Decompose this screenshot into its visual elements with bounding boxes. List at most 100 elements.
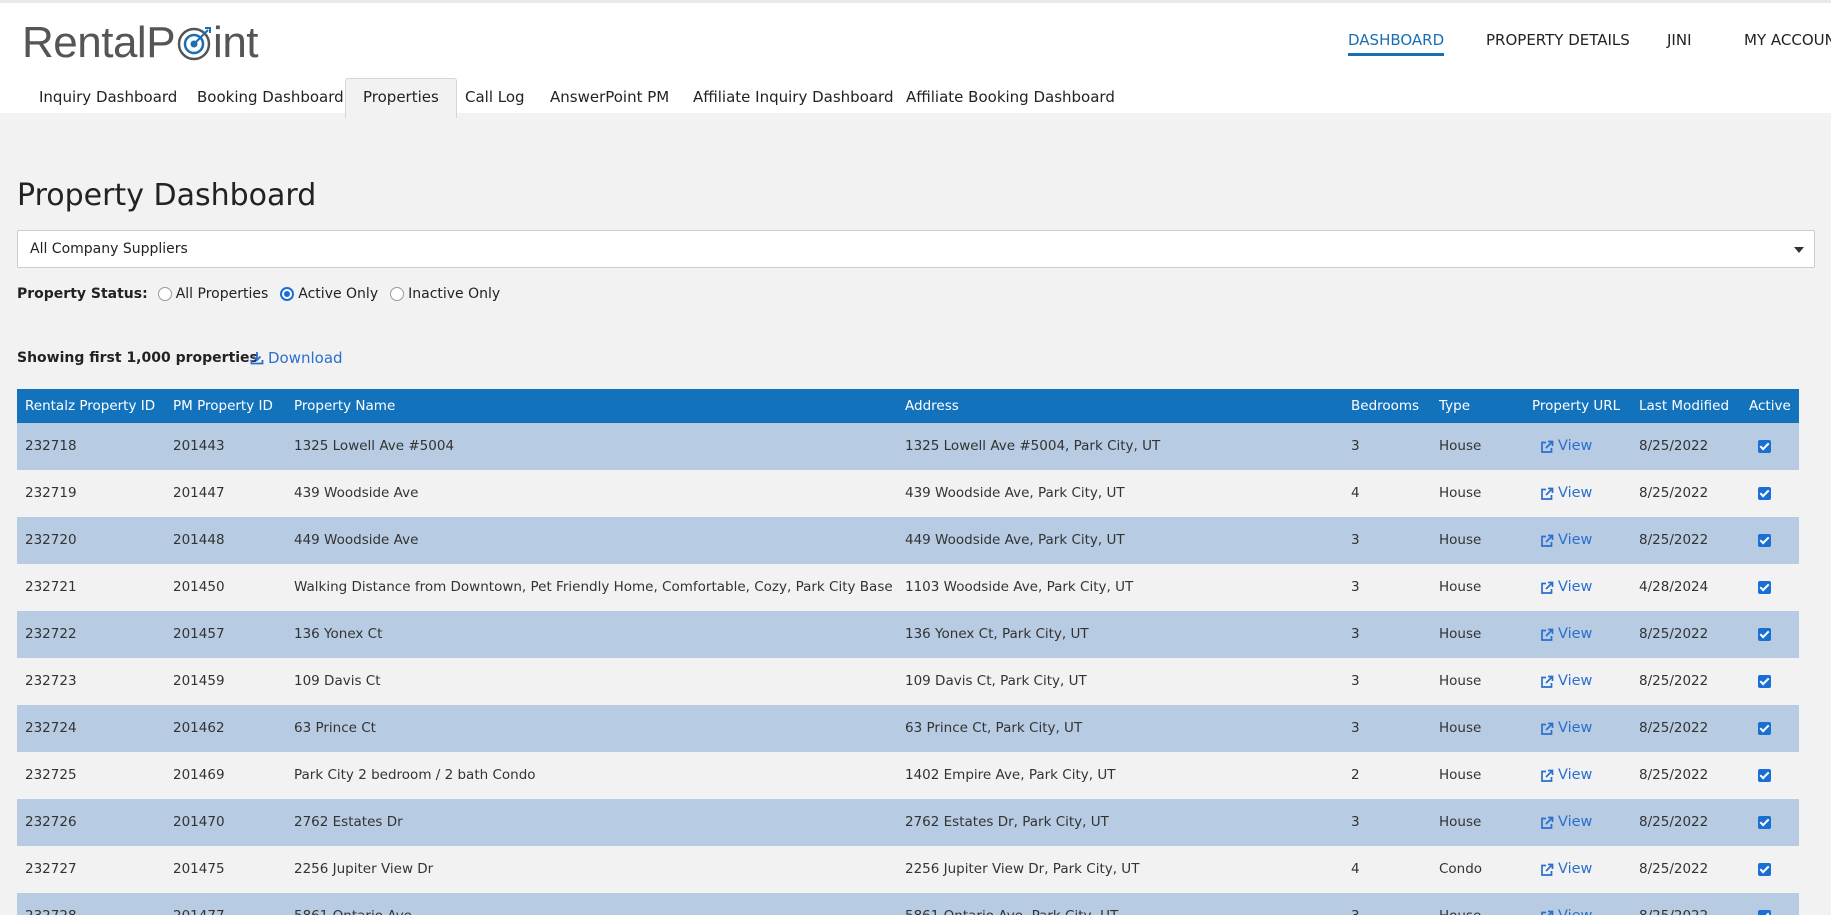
checkbox-checked-icon[interactable] [1758, 439, 1771, 453]
tab-affiliate-inquiry-dashboard[interactable]: Affiliate Inquiry Dashboard [676, 79, 911, 115]
cell-rentalz-id: 232722 [25, 626, 77, 642]
sub-tabs: Inquiry Dashboard Booking Dashboard Prop… [0, 77, 1831, 118]
checkbox-checked-icon[interactable] [1758, 768, 1771, 782]
radio-active-only[interactable]: Active Only [280, 286, 378, 302]
table-row[interactable]: 232720 201448 449 Woodside Ave 449 Woods… [17, 517, 1799, 564]
nav-my-account[interactable]: MY ACCOUNT [1744, 29, 1831, 51]
checkbox-checked-icon[interactable] [1758, 627, 1771, 641]
cell-address: 449 Woodside Ave, Park City, UT [905, 532, 1125, 548]
cell-address: 1402 Empire Ave, Park City, UT [905, 767, 1116, 783]
table-row[interactable]: 232719 201447 439 Woodside Ave 439 Woods… [17, 470, 1799, 517]
checkbox-checked-icon[interactable] [1758, 862, 1771, 876]
view-label: View [1558, 861, 1593, 877]
view-link[interactable]: View [1540, 799, 1592, 846]
col-property-url[interactable]: Property URL [1532, 389, 1620, 423]
radio-all-properties[interactable]: All Properties [157, 286, 268, 302]
checkbox-checked-icon[interactable] [1758, 909, 1771, 915]
col-property-name[interactable]: Property Name [294, 389, 395, 423]
checkbox-checked-icon[interactable] [1758, 674, 1771, 688]
cell-last-modified: 8/25/2022 [1639, 767, 1709, 783]
view-link[interactable]: View [1540, 611, 1592, 658]
cell-pm-id: 201450 [173, 579, 225, 595]
cell-property-url: View [1540, 611, 1592, 662]
checkbox-checked-icon[interactable] [1758, 580, 1771, 594]
cell-active [1758, 470, 1771, 517]
cell-address: 1103 Woodside Ave, Park City, UT [905, 579, 1134, 595]
col-type[interactable]: Type [1439, 389, 1470, 423]
nav-dashboard[interactable]: DASHBOARD [1348, 29, 1445, 56]
cell-pm-id: 201459 [173, 673, 225, 689]
cell-bedrooms: 3 [1351, 893, 1360, 915]
cell-bedrooms: 3 [1351, 720, 1360, 736]
col-pm-property-id[interactable]: PM Property ID [173, 389, 273, 423]
cell-last-modified: 8/25/2022 [1639, 485, 1709, 501]
cell-pm-id: 201469 [173, 767, 225, 783]
cell-rentalz-id: 232721 [25, 579, 77, 595]
table-row[interactable]: 232725 201469 Park City 2 bedroom / 2 ba… [17, 752, 1799, 799]
checkbox-checked-icon[interactable] [1758, 815, 1771, 829]
cell-property-url: View [1540, 799, 1592, 850]
col-active[interactable]: Active [1749, 389, 1791, 423]
cell-type: House [1439, 767, 1482, 783]
radio-label: Active Only [298, 286, 379, 302]
cell-type: House [1439, 626, 1482, 642]
cell-address: 1325 Lowell Ave #5004, Park City, UT [905, 438, 1161, 454]
col-bedrooms[interactable]: Bedrooms [1351, 389, 1419, 423]
cell-active [1758, 564, 1771, 611]
checkbox-checked-icon[interactable] [1758, 533, 1771, 547]
radio-circle-icon[interactable] [157, 287, 172, 301]
tab-properties[interactable]: Properties [345, 78, 457, 118]
view-link[interactable]: View [1540, 705, 1592, 752]
cell-property-name: 449 Woodside Ave [294, 532, 419, 548]
view-label: View [1558, 673, 1593, 689]
table-row[interactable]: 232723 201459 109 Davis Ct 109 Davis Ct,… [17, 658, 1799, 705]
table-row[interactable]: 232721 201450 Walking Distance from Down… [17, 564, 1799, 611]
radio-inactive-only[interactable]: Inactive Only [390, 286, 500, 302]
view-link[interactable]: View [1540, 470, 1592, 517]
table-row[interactable]: 232727 201475 2256 Jupiter View Dr 2256 … [17, 846, 1799, 893]
view-link[interactable]: View [1540, 517, 1592, 564]
nav-property-details[interactable]: PROPERTY DETAILS [1486, 29, 1630, 51]
view-link[interactable]: View [1540, 564, 1592, 611]
cell-last-modified: 8/25/2022 [1639, 814, 1709, 830]
table-row[interactable]: 232728 201477 5861 Ontario Ave 5861 Onta… [17, 893, 1799, 915]
cell-pm-id: 201457 [173, 626, 225, 642]
checkbox-checked-icon[interactable] [1758, 486, 1771, 500]
cell-pm-id: 201448 [173, 532, 225, 548]
table-row[interactable]: 232718 201443 1325 Lowell Ave #5004 1325… [17, 423, 1799, 470]
nav-jini[interactable]: JINI [1667, 29, 1692, 51]
cell-address: 63 Prince Ct, Park City, UT [905, 720, 1083, 736]
view-link[interactable]: View [1540, 846, 1592, 893]
view-link[interactable]: View [1540, 658, 1592, 705]
external-link-icon [1541, 863, 1554, 876]
view-label: View [1558, 579, 1593, 595]
cell-rentalz-id: 232728 [25, 893, 77, 915]
showing-count: Showing first 1,000 properties [17, 350, 258, 366]
table-row[interactable]: 232724 201462 63 Prince Ct 63 Prince Ct,… [17, 705, 1799, 752]
table-header: Rentalz Property ID PM Property ID Prope… [17, 389, 1799, 423]
checkbox-checked-icon[interactable] [1758, 721, 1771, 735]
external-link-icon [1541, 581, 1554, 594]
tab-call-log[interactable]: Call Log [448, 79, 542, 115]
view-link[interactable]: View [1540, 893, 1592, 915]
view-label: View [1558, 532, 1593, 548]
tab-booking-dashboard[interactable]: Booking Dashboard [180, 79, 361, 115]
col-rentalz-property-id[interactable]: Rentalz Property ID [25, 389, 155, 423]
col-last-modified[interactable]: Last Modified [1639, 389, 1729, 423]
tab-answerpoint-pm[interactable]: AnswerPoint PM [533, 79, 686, 115]
view-link[interactable]: View [1540, 423, 1592, 470]
tab-affiliate-booking-dashboard[interactable]: Affiliate Booking Dashboard [889, 79, 1132, 115]
cell-address: 5861 Ontario Ave, Park City, UT [905, 893, 1118, 915]
radio-selected-icon[interactable] [280, 287, 295, 301]
tab-inquiry-dashboard[interactable]: Inquiry Dashboard [22, 79, 194, 115]
cell-property-url: View [1540, 423, 1592, 474]
cell-last-modified: 8/25/2022 [1639, 720, 1709, 736]
download-link[interactable]: Download [250, 348, 343, 368]
radio-circle-icon[interactable] [390, 287, 405, 301]
supplier-select[interactable]: All Company Suppliers [17, 230, 1815, 268]
table-row[interactable]: 232722 201457 136 Yonex Ct 136 Yonex Ct,… [17, 611, 1799, 658]
table-row[interactable]: 232726 201470 2762 Estates Dr 2762 Estat… [17, 799, 1799, 846]
view-link[interactable]: View [1540, 752, 1592, 799]
col-address[interactable]: Address [905, 389, 959, 423]
cell-last-modified: 8/25/2022 [1639, 673, 1709, 689]
